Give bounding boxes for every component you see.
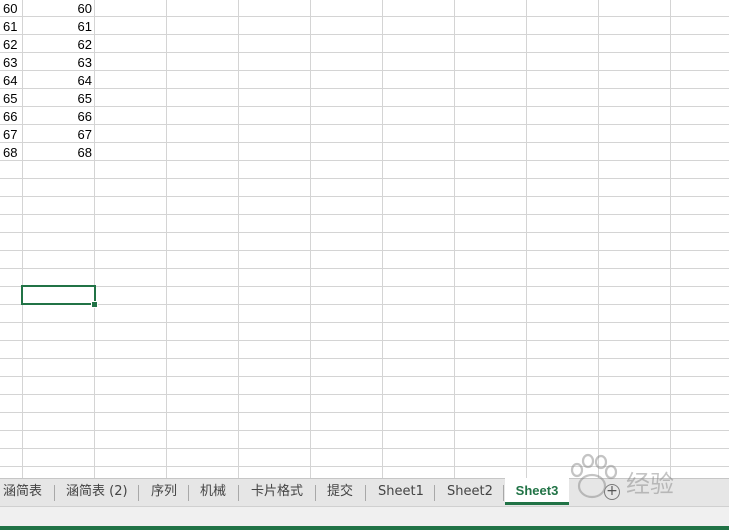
row-gridline bbox=[0, 196, 729, 197]
row-gridline bbox=[0, 142, 729, 143]
column-gridline bbox=[670, 0, 671, 478]
cell-b-row-6[interactable]: 65 bbox=[24, 90, 92, 108]
cell-a-row-2[interactable]: 61 bbox=[3, 18, 21, 36]
baidu-paw-icon: 经验 bbox=[570, 453, 674, 499]
column-gridline bbox=[166, 0, 167, 478]
row-gridline bbox=[0, 70, 729, 71]
tab-separator bbox=[138, 485, 139, 501]
row-gridline bbox=[0, 322, 729, 323]
cell-a-row-4[interactable]: 63 bbox=[3, 54, 21, 72]
tab-序列[interactable]: 序列 bbox=[151, 479, 177, 506]
row-gridline bbox=[0, 304, 729, 305]
column-gridline bbox=[310, 0, 311, 478]
row-gridline bbox=[0, 214, 729, 215]
cell-a-row-8[interactable]: 67 bbox=[3, 126, 21, 144]
cell-a-row-3[interactable]: 62 bbox=[3, 36, 21, 54]
tab-separator bbox=[54, 485, 55, 501]
column-gridline bbox=[598, 0, 599, 478]
status-accent-strip bbox=[0, 526, 729, 530]
row-gridline bbox=[0, 52, 729, 53]
cell-b-row-7[interactable]: 66 bbox=[24, 108, 92, 126]
column-gridline bbox=[454, 0, 455, 478]
tab-separator bbox=[238, 485, 239, 501]
cell-a-row-1[interactable]: 60 bbox=[3, 0, 21, 18]
cell-b-row-1[interactable]: 60 bbox=[24, 0, 92, 18]
tab-卡片格式[interactable]: 卡片格式 bbox=[251, 479, 303, 506]
row-gridline bbox=[0, 232, 729, 233]
tab-separator bbox=[503, 485, 504, 501]
row-gridline bbox=[0, 358, 729, 359]
cell-a-row-9[interactable]: 68 bbox=[3, 144, 21, 162]
fill-handle[interactable] bbox=[91, 301, 98, 308]
cell-a-row-6[interactable]: 65 bbox=[3, 90, 21, 108]
row-gridline bbox=[0, 34, 729, 35]
column-gridline bbox=[526, 0, 527, 478]
cell-b-row-9[interactable]: 68 bbox=[24, 144, 92, 162]
row-gridline bbox=[0, 250, 729, 251]
tab-提交[interactable]: 提交 bbox=[327, 479, 353, 506]
tab-涵简表[interactable]: 涵简表 bbox=[3, 479, 42, 506]
watermark-text: 经验 bbox=[626, 470, 674, 498]
row-gridline bbox=[0, 286, 729, 287]
row-gridline bbox=[0, 178, 729, 179]
row-gridline bbox=[0, 412, 729, 413]
tab-涵简表-2[interactable]: 涵简表 (2) bbox=[66, 479, 128, 506]
tab-机械[interactable]: 机械 bbox=[200, 479, 226, 506]
cell-b-row-8[interactable]: 67 bbox=[24, 126, 92, 144]
tab-separator bbox=[434, 485, 435, 501]
cell-a-row-5[interactable]: 64 bbox=[3, 72, 21, 90]
cell-b-row-2[interactable]: 61 bbox=[24, 18, 92, 36]
tab-sheet2[interactable]: Sheet2 bbox=[447, 479, 493, 506]
row-gridline bbox=[0, 88, 729, 89]
row-gridline bbox=[0, 376, 729, 377]
spreadsheet-grid[interactable]: 60 61 62 63 64 65 66 67 68 60 61 62 63 6… bbox=[0, 0, 729, 478]
tab-separator bbox=[315, 485, 316, 501]
row-gridline bbox=[0, 160, 729, 161]
active-cell-selection[interactable] bbox=[21, 285, 96, 305]
row-gridline bbox=[0, 394, 729, 395]
cell-a-row-7[interactable]: 66 bbox=[3, 108, 21, 126]
column-gridline bbox=[238, 0, 239, 478]
row-gridline bbox=[0, 268, 729, 269]
tab-sheet1[interactable]: Sheet1 bbox=[378, 479, 424, 506]
row-gridline bbox=[0, 16, 729, 17]
row-gridline bbox=[0, 430, 729, 431]
column-gridline bbox=[22, 0, 23, 478]
cell-b-row-3[interactable]: 62 bbox=[24, 36, 92, 54]
column-gridline bbox=[94, 0, 95, 478]
row-gridline bbox=[0, 124, 729, 125]
column-gridline bbox=[382, 0, 383, 478]
cell-b-row-4[interactable]: 63 bbox=[24, 54, 92, 72]
cell-b-row-5[interactable]: 64 bbox=[24, 72, 92, 90]
row-gridline bbox=[0, 340, 729, 341]
tab-separator bbox=[188, 485, 189, 501]
status-bar bbox=[0, 506, 729, 530]
tab-separator bbox=[365, 485, 366, 501]
row-gridline bbox=[0, 106, 729, 107]
